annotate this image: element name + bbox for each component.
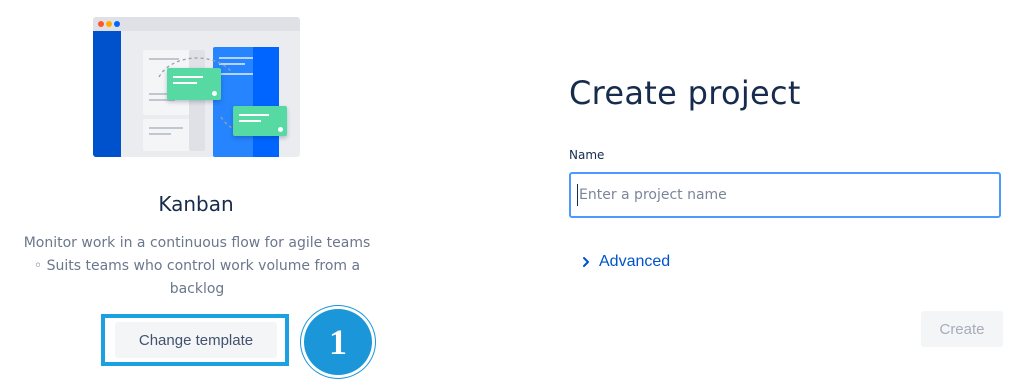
chevron-right-icon xyxy=(583,257,589,267)
moving-card-two xyxy=(233,106,287,136)
template-description: Monitor work in a continuous flow for ag… xyxy=(23,235,371,297)
step-callout-badge: 1 xyxy=(301,306,375,378)
change-template-button[interactable]: Change template xyxy=(115,322,277,358)
page-title: Create project xyxy=(569,74,801,112)
window-dot-yellow xyxy=(106,21,112,27)
kanban-illustration xyxy=(93,17,300,157)
window-dot-blue xyxy=(114,21,120,27)
create-button[interactable]: Create xyxy=(921,311,1003,347)
advanced-label: Advanced xyxy=(599,253,671,270)
window-titlebar xyxy=(93,17,300,31)
moving-card-one xyxy=(167,68,221,100)
project-name-input[interactable] xyxy=(569,172,1001,218)
advanced-toggle[interactable]: Advanced xyxy=(579,253,670,271)
template-name: Kanban xyxy=(158,192,234,216)
window-sidebar xyxy=(93,31,121,157)
window-dot-red xyxy=(98,21,104,27)
name-field-label: Name xyxy=(569,148,605,162)
text-caret xyxy=(577,184,578,206)
